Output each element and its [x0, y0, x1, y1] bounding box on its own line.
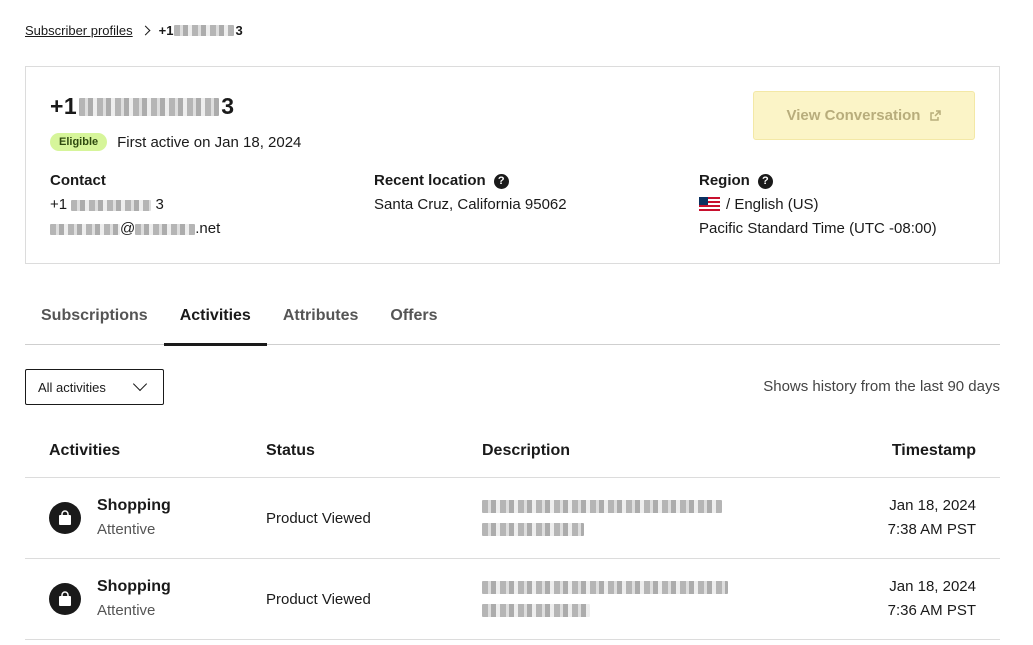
contact-heading: Contact	[50, 172, 106, 189]
region-column: Region ? / English (US) Pacific Standard…	[699, 169, 937, 241]
first-active-text: First active on Jan 18, 2024	[117, 133, 302, 151]
history-note: Shows history from the last 90 days	[763, 378, 1000, 395]
activity-status: Product Viewed	[266, 590, 371, 608]
activity-date: Jan 18, 2024	[889, 578, 976, 595]
redacted-text	[482, 523, 584, 536]
shopping-bag-icon	[49, 502, 81, 534]
profile-phone-title: +1 3	[50, 93, 235, 120]
activity-description-redacted	[482, 576, 780, 622]
breadcrumb: Subscriber profiles +1 3	[25, 23, 243, 38]
contact-phone-prefix: +1	[50, 196, 68, 213]
region-language: / English (US)	[699, 193, 937, 217]
tab-offers[interactable]: Offers	[374, 293, 453, 345]
activities-table: Activities Status Description Timestamp …	[25, 424, 1000, 640]
redacted-text	[482, 581, 728, 594]
profile-tabs: Subscriptions Activities Attributes Offe…	[25, 293, 1000, 346]
redacted-email-domain	[135, 223, 196, 235]
contact-phone-suffix: 3	[155, 196, 164, 213]
activity-source: Attentive	[97, 521, 156, 538]
redacted-phone	[79, 97, 220, 116]
redacted-phone	[174, 25, 235, 36]
view-conversation-label: View Conversation	[786, 107, 921, 124]
contact-email: @ .net	[50, 217, 220, 241]
activity-timestamp: Jan 18, 2024 7:38 AM PST	[780, 494, 1000, 542]
header-activities: Activities	[49, 441, 121, 459]
redacted-text	[482, 500, 722, 513]
table-header: Activities Status Description Timestamp	[25, 424, 1000, 478]
contact-column: Contact +1 3 @ .net	[50, 169, 220, 241]
region-language-label: / English (US)	[726, 196, 819, 213]
status-row: Eligible First active on Jan 18, 2024	[50, 133, 301, 151]
contact-phone: +1 3	[50, 193, 220, 217]
table-row[interactable]: Shopping Attentive Product Viewed Jan 18…	[25, 559, 1000, 640]
shopping-bag-icon	[49, 583, 81, 615]
subscriber-profile-page: Subscriber profiles +1 3 +1 3 Eligible F…	[0, 0, 1033, 645]
profile-phone-suffix: 3	[221, 93, 235, 119]
us-flag-icon	[699, 197, 720, 211]
location-heading: Recent location ?	[374, 169, 567, 193]
activity-time: 7:36 AM PST	[887, 602, 976, 619]
redacted-email-user	[50, 223, 120, 235]
view-conversation-button[interactable]: View Conversation	[753, 91, 975, 140]
activity-cell: Shopping Attentive	[25, 494, 266, 542]
breadcrumb-current: +1 3	[159, 23, 243, 38]
activity-cell: Shopping Attentive	[25, 575, 266, 623]
breadcrumb-current-suffix: 3	[235, 23, 243, 38]
activity-timestamp: Jan 18, 2024 7:36 AM PST	[780, 575, 1000, 623]
header-description: Description	[482, 441, 571, 459]
question-circle-icon[interactable]: ?	[493, 173, 509, 189]
activities-filter-selected: All activities	[38, 379, 106, 395]
status-badge: Eligible	[50, 133, 108, 151]
activity-time: 7:38 AM PST	[887, 521, 976, 538]
tab-attributes[interactable]: Attributes	[267, 293, 375, 345]
region-timezone: Pacific Standard Time (UTC -08:00)	[699, 220, 937, 237]
chevron-down-icon	[132, 376, 148, 392]
activity-status: Product Viewed	[266, 509, 371, 527]
header-timestamp: Timestamp	[891, 441, 976, 459]
location-value: Santa Cruz, California 95062	[374, 196, 567, 213]
activities-filter-dropdown[interactable]: All activities	[25, 369, 164, 405]
region-heading-label: Region	[699, 172, 750, 189]
external-link-icon	[930, 110, 942, 121]
tab-activities[interactable]: Activities	[163, 293, 267, 346]
activity-description-redacted	[482, 495, 780, 541]
activity-source: Attentive	[97, 602, 156, 619]
contact-email-domain: .net	[195, 220, 221, 237]
location-heading-label: Recent location	[374, 172, 486, 189]
redacted-text	[482, 604, 590, 617]
activity-name: Shopping	[97, 578, 171, 595]
at-sign: @	[120, 220, 136, 237]
redacted-phone	[71, 199, 152, 211]
activity-name: Shopping	[97, 497, 171, 514]
region-heading: Region ?	[699, 169, 937, 193]
breadcrumb-current-prefix: +1	[158, 23, 174, 38]
header-status: Status	[266, 441, 315, 459]
question-circle-icon[interactable]: ?	[757, 173, 773, 189]
breadcrumb-subscriber-profiles-link[interactable]: Subscriber profiles	[25, 23, 133, 38]
profile-card: +1 3 Eligible First active on Jan 18, 20…	[25, 66, 1000, 264]
table-row[interactable]: Shopping Attentive Product Viewed Jan 18…	[25, 478, 1000, 559]
location-column: Recent location ? Santa Cruz, California…	[374, 169, 567, 217]
profile-phone-prefix: +1	[50, 93, 78, 119]
activity-date: Jan 18, 2024	[889, 497, 976, 514]
tab-subscriptions[interactable]: Subscriptions	[25, 293, 164, 345]
chevron-right-icon	[140, 25, 151, 36]
